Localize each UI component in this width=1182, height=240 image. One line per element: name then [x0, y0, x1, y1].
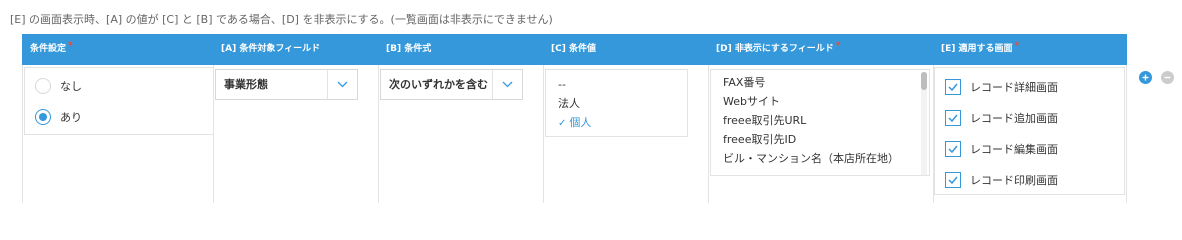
radio-option-on[interactable]: あり [35, 109, 82, 125]
field-option[interactable]: freee取引先ID [711, 130, 929, 149]
chevron-down-icon [502, 81, 513, 88]
header-hidden-d: [D] 非表示にするフィールド * [708, 34, 840, 65]
field-option[interactable]: FAX番号 [711, 73, 929, 92]
table-header: 条件設定 * [A] 条件対象フィールド [B] 条件式 [C] 条件値 [D] … [22, 34, 1127, 65]
select-value: 次のいずれかを含む [389, 78, 488, 91]
checkbox-label: レコード追加画面 [970, 112, 1058, 125]
radio-option-none[interactable]: なし [35, 78, 82, 94]
checkbox[interactable] [945, 110, 961, 126]
header-label: 条件設定 [30, 44, 67, 54]
minus-circle-icon [1164, 76, 1171, 79]
radio-label: あり [60, 111, 82, 124]
checkmark-icon [948, 114, 958, 122]
hidden-field-list[interactable]: FAX番号 Webサイト freee取引先URL freee取引先ID ビル・マ… [710, 69, 930, 176]
header-label: [E] 適用する画面 [941, 44, 1013, 54]
rule-description: [E] の画面表示時、[A] の値が [C] と [B] である場合、[D] を… [10, 13, 553, 26]
checkmark-icon [948, 176, 958, 184]
chevron-down-icon [337, 81, 348, 88]
header-label: [C] 条件値 [551, 44, 596, 54]
condition-radio-group: なし あり [24, 67, 214, 135]
column-divider [22, 65, 23, 203]
value-option[interactable]: -- [546, 75, 687, 94]
option-label: -- [558, 78, 566, 91]
dropdown-button[interactable] [492, 70, 522, 99]
field-option[interactable]: ビル・マンション名（本店所在地） [711, 149, 929, 168]
screen-option-add[interactable]: レコード追加画面 [945, 110, 1058, 126]
column-divider [708, 65, 709, 203]
field-option[interactable]: Webサイト [711, 92, 929, 111]
column-divider [543, 65, 544, 203]
header-screens-e: [E] 適用する画面 * [933, 34, 1019, 65]
scrollbar[interactable] [921, 72, 927, 175]
screens-checkbox-group: レコード詳細画面 レコード追加画面 レコード編集画面 レコード印刷画面 [934, 67, 1125, 195]
required-mark: * [1014, 41, 1020, 51]
dropdown-button[interactable] [327, 70, 357, 99]
radio-button-selected[interactable] [35, 109, 51, 125]
expression-b-select[interactable]: 次のいずれかを含む [380, 69, 523, 100]
field-a-select[interactable]: 事業形態 [215, 69, 358, 100]
option-label: 法人 [558, 97, 580, 110]
header-value-c: [C] 条件値 [543, 34, 596, 65]
header-label: [D] 非表示にするフィールド [716, 44, 834, 54]
value-option-selected[interactable]: ✓ 個人 [546, 113, 687, 132]
checkbox[interactable] [945, 172, 961, 188]
radio-label: なし [60, 80, 82, 93]
remove-row-button[interactable] [1161, 71, 1174, 84]
field-option[interactable]: freee取引先URL [711, 111, 929, 130]
checkbox-label: レコード印刷画面 [970, 174, 1058, 187]
select-value: 事業形態 [224, 78, 268, 91]
header-condition-setting: 条件設定 * [22, 34, 73, 65]
checkbox-label: レコード詳細画面 [970, 81, 1058, 94]
add-row-button[interactable] [1139, 71, 1152, 84]
condition-table: 条件設定 * [A] 条件対象フィールド [B] 条件式 [C] 条件値 [D] … [22, 34, 1127, 203]
header-label: [A] 条件対象フィールド [221, 44, 321, 54]
required-mark: * [835, 41, 841, 51]
checkmark-icon [948, 83, 958, 91]
header-label: [B] 条件式 [386, 44, 432, 54]
plus-circle-icon [1142, 74, 1149, 81]
column-divider [1126, 65, 1127, 203]
screen-option-detail[interactable]: レコード詳細画面 [945, 79, 1058, 95]
screen-option-edit[interactable]: レコード編集画面 [945, 141, 1058, 157]
column-divider [378, 65, 379, 203]
option-label: 個人 [569, 116, 592, 129]
header-expression-b: [B] 条件式 [378, 34, 431, 65]
value-option[interactable]: 法人 [546, 94, 687, 113]
radio-button[interactable] [35, 78, 51, 94]
required-mark: * [68, 41, 73, 51]
scrollbar-thumb[interactable] [921, 72, 927, 90]
value-c-list: -- 法人 ✓ 個人 [545, 69, 688, 137]
checkbox[interactable] [945, 141, 961, 157]
checkmark-icon [948, 145, 958, 153]
checkbox-label: レコード編集画面 [970, 143, 1058, 156]
checkbox[interactable] [945, 79, 961, 95]
checkmark-icon: ✓ [558, 118, 567, 129]
screen-option-print[interactable]: レコード印刷画面 [945, 172, 1058, 188]
header-field-a: [A] 条件対象フィールド [213, 34, 320, 65]
